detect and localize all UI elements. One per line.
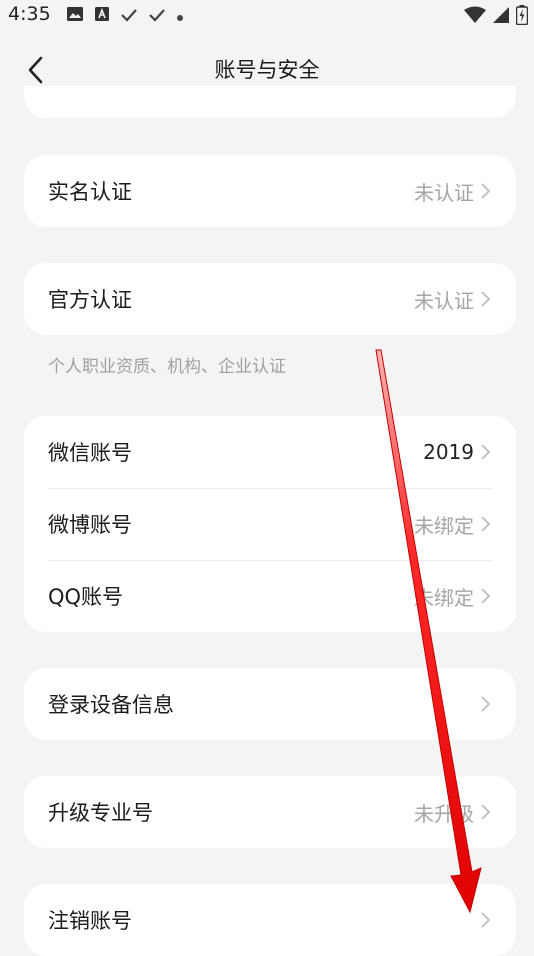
check-icon	[120, 7, 138, 26]
cell-signal-icon	[492, 6, 510, 28]
qq-account-row[interactable]: QQ账号 未绑定	[24, 560, 516, 632]
chevron-right-icon	[481, 696, 491, 712]
check-icon	[148, 7, 166, 26]
real-name-card: 实名认证 未认证	[24, 155, 516, 227]
upgrade-pro-row[interactable]: 升级专业号 未升级	[24, 776, 516, 848]
page-title: 账号与安全	[214, 58, 320, 82]
dot-icon	[176, 7, 184, 26]
wechat-account-row[interactable]: 微信账号 2019	[24, 416, 516, 488]
image-icon	[66, 6, 84, 26]
real-name-label: 实名认证	[48, 180, 132, 204]
official-verify-status: 未认证	[414, 288, 474, 313]
wifi-icon	[464, 6, 486, 28]
real-name-status: 未认证	[414, 180, 474, 205]
weibo-account-row[interactable]: 微博账号 未绑定	[24, 488, 516, 560]
official-verify-label: 官方认证	[48, 288, 132, 312]
qq-account-value: 未绑定	[414, 585, 474, 610]
official-verify-hint: 个人职业资质、机构、企业认证	[48, 357, 286, 377]
official-verify-row[interactable]: 官方认证 未认证	[24, 263, 516, 335]
real-name-row[interactable]: 实名认证 未认证	[24, 155, 516, 227]
login-devices-row[interactable]: 登录设备信息	[24, 668, 516, 740]
partial-card	[24, 86, 516, 118]
upgrade-card: 升级专业号 未升级	[24, 776, 516, 848]
qq-account-label: QQ账号	[48, 585, 124, 609]
battery-charging-icon	[515, 5, 529, 29]
cancel-account-label: 注销账号	[48, 909, 132, 933]
chevron-right-icon	[481, 291, 491, 307]
linked-accounts-card: 微信账号 2019 微博账号 未绑定 QQ账号 未绑定	[24, 416, 516, 632]
official-card: 官方认证 未认证	[24, 263, 516, 335]
weibo-account-label: 微博账号	[48, 513, 132, 537]
wechat-account-value: 2019	[423, 440, 474, 464]
cancel-account-card: 注销账号	[24, 884, 516, 956]
chevron-right-icon	[481, 516, 491, 532]
notification-icons	[66, 6, 184, 26]
status-time: 4:35	[8, 3, 51, 25]
chevron-right-icon	[481, 912, 491, 928]
weibo-account-value: 未绑定	[414, 513, 474, 538]
chevron-right-icon	[481, 444, 491, 460]
upgrade-pro-label: 升级专业号	[48, 801, 153, 825]
wechat-account-label: 微信账号	[48, 441, 132, 465]
chevron-right-icon	[481, 183, 491, 199]
login-devices-label: 登录设备信息	[48, 693, 174, 717]
cancel-account-row[interactable]: 注销账号	[24, 884, 516, 956]
system-icons	[464, 5, 529, 29]
upgrade-pro-status: 未升级	[414, 801, 474, 826]
login-devices-card: 登录设备信息	[24, 668, 516, 740]
chevron-right-icon	[481, 588, 491, 604]
a-box-icon	[94, 6, 110, 26]
chevron-right-icon	[481, 804, 491, 820]
status-bar: 4:35	[0, 0, 534, 32]
